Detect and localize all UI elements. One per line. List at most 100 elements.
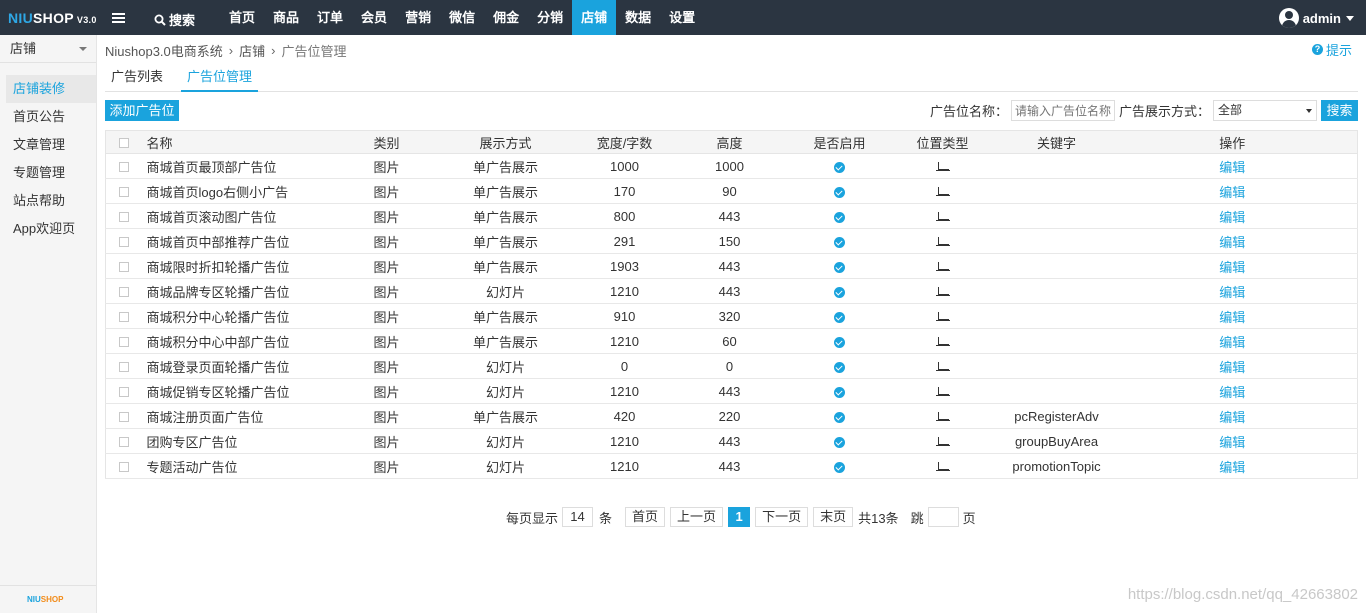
row-checkbox[interactable] [118, 162, 129, 173]
edit-link[interactable]: 编辑 [1219, 410, 1245, 425]
header-position-type: 位置类型 [879, 130, 1006, 154]
cell-name: 团购专区广告位 [141, 428, 352, 454]
user-menu[interactable]: admin [1278, 8, 1354, 28]
edit-link[interactable]: 编辑 [1219, 435, 1245, 450]
row-select-cell[interactable] [105, 328, 142, 354]
row-checkbox[interactable] [118, 262, 129, 273]
row-checkbox[interactable] [118, 237, 129, 248]
last-page-button[interactable]: 末页 [813, 507, 854, 527]
edit-link[interactable]: 编辑 [1219, 185, 1245, 200]
sidebar-item-4[interactable]: 站点帮助 [0, 187, 96, 215]
nav-item-9[interactable]: 数据 [616, 0, 660, 35]
nav-item-6[interactable]: 佣金 [484, 0, 528, 35]
row-select-cell[interactable] [105, 378, 142, 404]
cell-width: 0 [589, 353, 660, 379]
cell-type: 图片 [351, 228, 422, 254]
header-enabled: 是否启用 [799, 130, 880, 154]
nav-item-1[interactable]: 商品 [264, 0, 308, 35]
table-row: 商城积分中心轮播广告位 图片 单广告展示 910 320 编辑 [105, 303, 1358, 329]
nav-item-5[interactable]: 微信 [440, 0, 484, 35]
nav-item-8[interactable]: 店铺 [572, 0, 617, 35]
edit-link[interactable]: 编辑 [1219, 360, 1245, 375]
page-button-current[interactable]: 1 [728, 507, 751, 527]
nav-item-3[interactable]: 会员 [352, 0, 396, 35]
cell-mode: 单广告展示 [421, 153, 590, 179]
row-checkbox[interactable] [118, 437, 129, 448]
per-page-input[interactable]: 14 [562, 507, 594, 527]
edit-link[interactable]: 编辑 [1219, 460, 1245, 475]
hint-button[interactable]: ? 提示 [1311, 40, 1352, 59]
cell-height: 443 [659, 278, 800, 304]
cell-name: 商城积分中心中部广告位 [141, 328, 352, 354]
menu-toggle-icon[interactable] [112, 13, 125, 23]
cell-mode: 单广告展示 [421, 228, 590, 254]
row-select-cell[interactable] [105, 228, 142, 254]
sidebar-section-label: 店铺 [10, 41, 37, 56]
row-checkbox[interactable] [118, 287, 129, 298]
row-checkbox[interactable] [118, 312, 129, 323]
tab-1[interactable]: 广告位管理 [181, 64, 259, 92]
edit-link[interactable]: 编辑 [1219, 160, 1245, 175]
app-logo[interactable]: NIUSHOP V3.0 [8, 10, 97, 26]
breadcrumb-section[interactable]: 店铺 [239, 41, 265, 60]
header-select-all[interactable] [105, 130, 142, 154]
nav-item-4[interactable]: 营销 [396, 0, 440, 35]
row-checkbox[interactable] [118, 187, 129, 198]
row-select-cell[interactable] [105, 428, 142, 454]
cell-mode: 单广告展示 [421, 403, 590, 429]
row-checkbox[interactable] [118, 337, 129, 348]
prev-page-button[interactable]: 上一页 [670, 507, 724, 527]
row-select-cell[interactable] [105, 253, 142, 279]
sidebar-item-5[interactable]: App欢迎页 [0, 215, 96, 243]
edit-link[interactable]: 编辑 [1219, 335, 1245, 350]
row-select-cell[interactable] [105, 403, 142, 429]
add-ad-slot-button[interactable]: 添加广告位 [105, 100, 179, 121]
check-circle-icon [834, 311, 845, 323]
desktop-icon [935, 162, 950, 172]
check-circle-icon [834, 261, 845, 273]
row-checkbox[interactable] [118, 212, 129, 223]
sidebar-item-1[interactable]: 首页公告 [0, 103, 96, 131]
row-checkbox[interactable] [118, 462, 129, 473]
tab-0[interactable]: 广告列表 [105, 64, 169, 92]
first-page-button[interactable]: 首页 [625, 507, 666, 527]
row-select-cell[interactable] [105, 178, 142, 204]
sidebar-item-2[interactable]: 文章管理 [0, 131, 96, 159]
edit-link[interactable]: 编辑 [1219, 310, 1245, 325]
ad-slot-name-input[interactable] [1010, 100, 1115, 121]
cell-keyword [1005, 378, 1108, 404]
select-all-checkbox[interactable] [118, 138, 129, 149]
global-search-button[interactable]: 搜索 [154, 10, 195, 29]
nav-item-7[interactable]: 分销 [528, 0, 572, 35]
search-button[interactable]: 搜索 [1321, 100, 1358, 121]
page-tabs: 广告列表 广告位管理 [105, 64, 1358, 92]
nav-item-10[interactable]: 设置 [660, 0, 704, 35]
row-checkbox[interactable] [118, 387, 129, 398]
display-mode-select[interactable]: 全部 [1213, 100, 1317, 121]
cell-width: 420 [589, 403, 660, 429]
row-select-cell[interactable] [105, 453, 142, 479]
sidebar-item-0[interactable]: 店铺装修 [6, 75, 96, 103]
sidebar-item-3[interactable]: 专题管理 [0, 159, 96, 187]
row-checkbox[interactable] [118, 412, 129, 423]
row-select-cell[interactable] [105, 203, 142, 229]
edit-link[interactable]: 编辑 [1219, 235, 1245, 250]
breadcrumb-root[interactable]: Niushop3.0电商系统 [105, 41, 223, 60]
edit-link[interactable]: 编辑 [1219, 260, 1245, 275]
row-select-cell[interactable] [105, 303, 142, 329]
row-select-cell[interactable] [105, 278, 142, 304]
edit-link[interactable]: 编辑 [1219, 285, 1245, 300]
row-select-cell[interactable] [105, 153, 142, 179]
edit-link[interactable]: 编辑 [1219, 385, 1245, 400]
nav-item-0[interactable]: 首页 [220, 0, 264, 35]
row-select-cell[interactable] [105, 353, 142, 379]
sidebar-section-select[interactable]: 店铺 [0, 35, 96, 63]
jump-page-input[interactable] [927, 507, 959, 527]
next-page-button[interactable]: 下一页 [755, 507, 809, 527]
cell-type: 图片 [351, 403, 422, 429]
desktop-icon [935, 262, 950, 272]
edit-link[interactable]: 编辑 [1219, 210, 1245, 225]
cell-keyword: groupBuyArea [1005, 428, 1108, 454]
nav-item-2[interactable]: 订单 [308, 0, 352, 35]
row-checkbox[interactable] [118, 362, 129, 373]
